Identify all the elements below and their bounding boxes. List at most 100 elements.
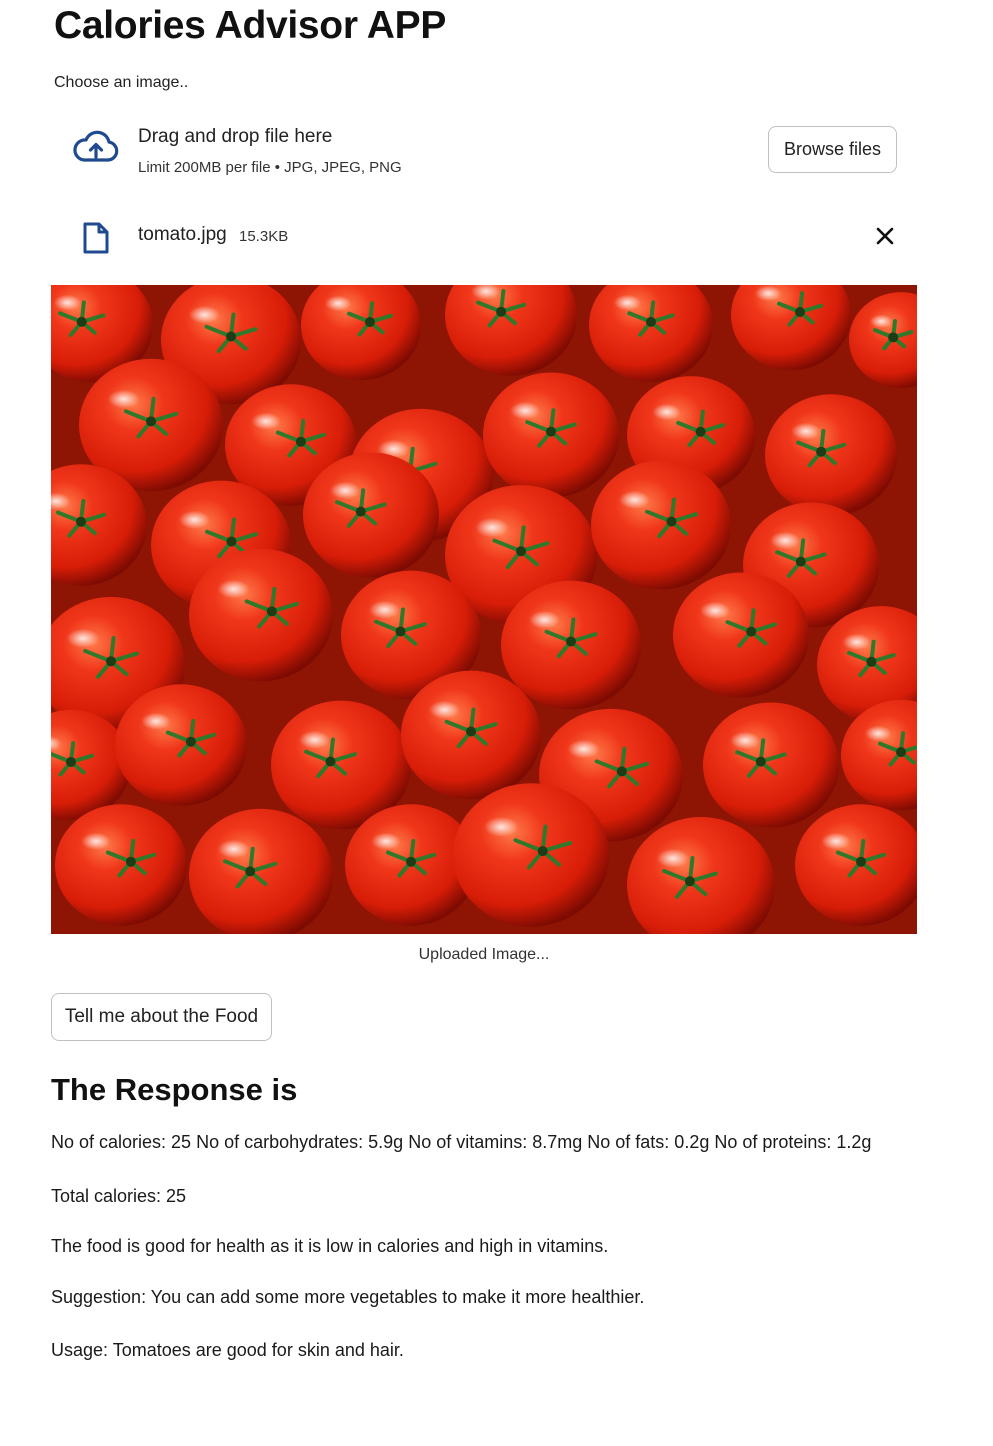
tomato-stem-center (146, 416, 156, 427)
tomato-highlight (510, 401, 541, 420)
tomato-highlight (299, 730, 330, 749)
tomato-stem-center (295, 436, 306, 447)
tomato-highlight (613, 294, 642, 311)
tomato-highlight (770, 531, 801, 550)
tomato-stem-center (226, 331, 236, 342)
tomato-stem-center (616, 766, 627, 777)
tomato-stem-center (546, 426, 556, 437)
uploaded-file-row: tomato.jpg 15.3KB (54, 214, 914, 258)
tomato-stem-center (896, 747, 906, 757)
tomato-stem-center (537, 846, 548, 857)
tomato-highlight (475, 517, 509, 538)
suggestion-text: Suggestion: You can add some more vegeta… (51, 1287, 645, 1307)
tomato-stem-center (516, 546, 526, 557)
tomato-stem-center (226, 536, 237, 547)
tomato-stem-center (245, 866, 256, 877)
tomato-stem-center (866, 656, 877, 667)
tomato-highlight (865, 725, 892, 742)
tomato-shape (591, 460, 731, 590)
close-icon[interactable] (874, 225, 896, 247)
tomato-shape (703, 702, 839, 828)
tomato-stem-center (406, 856, 416, 867)
tomato-highlight (821, 832, 851, 850)
tomato-stem-center (365, 317, 375, 327)
tomato-stem-center (355, 506, 366, 517)
tomato-highlight (791, 422, 821, 440)
tomato-stem-center (325, 756, 336, 767)
tomato-stem-center (795, 556, 806, 567)
page-title: Calories Advisor APP (54, 4, 447, 47)
tomato-highlight (179, 510, 210, 529)
tomato-stem-center (76, 516, 86, 527)
uploaded-food-image (51, 285, 917, 934)
nutrition-facts: No of calories: 25 No of carbohydrates: … (51, 1132, 872, 1152)
tomato-stem-center (185, 736, 196, 747)
tomato-highlight (53, 294, 82, 311)
tomato-shape (55, 804, 187, 926)
tomato-highlight (141, 712, 171, 730)
tomato-stem-center (746, 626, 757, 637)
tomato-stem-center (816, 446, 827, 457)
usage-text: Usage: Tomatoes are good for skin and ha… (51, 1340, 404, 1360)
tomato-highlight (730, 731, 761, 750)
image-caption: Uploaded Image... (418, 946, 550, 963)
tomato-highlight (81, 832, 111, 850)
tomato-highlight (484, 816, 519, 838)
tomato-stem-center (695, 426, 706, 437)
tomato-stem-center (106, 656, 116, 667)
file-icon (82, 221, 110, 255)
tomato-highlight (251, 412, 281, 430)
tomato-stem-center (888, 332, 899, 343)
tomato-highlight (325, 295, 352, 312)
uploader-label: Choose an image.. (54, 74, 189, 91)
tomato-highlight (869, 314, 893, 329)
tomato-shape (189, 548, 333, 682)
tomato-stem-center (496, 306, 507, 317)
cloud-upload-icon (72, 128, 120, 168)
file-size: 15.3KB (239, 228, 289, 245)
response-heading: The Response is (51, 1072, 298, 1107)
tomato-highlight (217, 839, 250, 859)
tomato-shape (115, 684, 247, 806)
tomato-stem-center (66, 757, 76, 767)
browse-files-button[interactable]: Browse files (768, 126, 897, 173)
tomato-highlight (217, 579, 250, 599)
tomato-highlight (567, 739, 600, 759)
tomato-stem-center (266, 606, 277, 617)
tomato-highlight (369, 600, 400, 619)
health-assessment: The food is good for health as it is low… (51, 1236, 609, 1256)
tomato-stem-center (684, 876, 695, 887)
tomato-stem-center (125, 856, 136, 867)
tomato-highlight (700, 601, 731, 620)
total-calories: Total calories: 25 (51, 1186, 187, 1206)
tomato-stem-center (466, 726, 476, 737)
tomato-stem-center (76, 316, 87, 327)
tomato-highlight (107, 389, 140, 409)
tomato-stem-center (566, 636, 576, 647)
tell-me-about-food-button[interactable]: Tell me about the Food (51, 993, 272, 1041)
tomato-shape (673, 572, 809, 698)
tomato-stem-center (646, 316, 656, 327)
tomato-highlight (189, 305, 220, 324)
tomato-highlight (330, 481, 361, 500)
tomato-highlight (429, 700, 460, 719)
tomato-highlight (66, 628, 100, 648)
app-page: Calories Advisor APP Choose an image.. D… (0, 0, 993, 1446)
tomato-highlight (842, 633, 871, 651)
upload-limit-text: Limit 200MB per file • JPG, JPEG, PNG (138, 159, 402, 176)
drop-instructions: Drag and drop file here (138, 126, 333, 147)
tomato-stem-center (755, 756, 766, 767)
tomato-shape (303, 452, 439, 578)
file-dropzone[interactable]: Drag and drop file here Limit 200MB per … (54, 118, 914, 184)
tomato-highlight (656, 848, 690, 868)
tomato-highlight (619, 490, 650, 509)
tomato-stem-center (856, 856, 866, 867)
tomato-stem-center (795, 307, 805, 317)
tomato-stem-center (666, 516, 677, 527)
tomato-stem-center (395, 626, 406, 637)
tomato-highlight (652, 403, 681, 421)
tomato-highlight (755, 285, 782, 302)
tomato-shape (765, 394, 897, 516)
tomato-shape (453, 783, 609, 927)
file-name: tomato.jpg (138, 224, 227, 245)
